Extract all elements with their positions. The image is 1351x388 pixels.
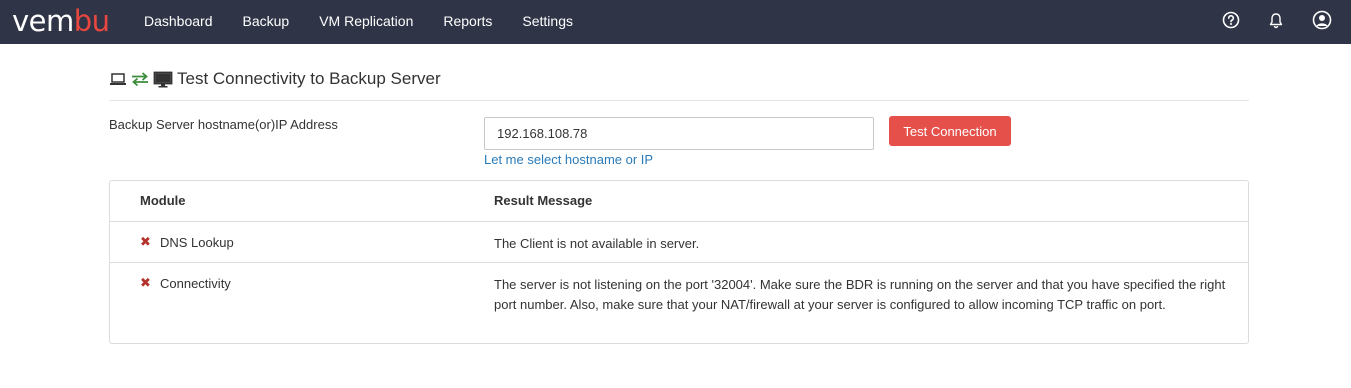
fail-x-icon: ✖ bbox=[140, 234, 151, 249]
laptop-icon bbox=[110, 73, 126, 85]
nav-backup[interactable]: Backup bbox=[228, 0, 305, 44]
table-header-row: Module Result Message bbox=[110, 181, 1248, 222]
table-row: ✖ DNS Lookup The Client is not available… bbox=[110, 222, 1248, 263]
vembu-logo[interactable]: vembu bbox=[12, 4, 110, 38]
select-hostname-link[interactable]: Let me select hostname or IP bbox=[484, 152, 653, 167]
top-navigation-bar: vembu Dashboard Backup VM Replication Re… bbox=[0, 0, 1351, 44]
table-row: ✖ Connectivity The server is not listeni… bbox=[110, 263, 1248, 343]
results-table: Module Result Message ✖ DNS Lookup The C… bbox=[109, 180, 1249, 344]
nav-settings[interactable]: Settings bbox=[507, 0, 588, 44]
main-nav: Dashboard Backup VM Replication Reports … bbox=[129, 0, 588, 44]
nav-vm-replication[interactable]: VM Replication bbox=[304, 0, 428, 44]
module-cell: ✖ Connectivity bbox=[140, 275, 231, 291]
hostname-input[interactable] bbox=[484, 117, 874, 150]
module-column-header: Module bbox=[140, 193, 186, 208]
result-message-column-header: Result Message bbox=[494, 193, 593, 208]
help-icon[interactable] bbox=[1221, 10, 1241, 30]
test-connection-button[interactable]: Test Connection bbox=[889, 116, 1011, 146]
monitor-icon bbox=[153, 71, 173, 87]
nav-dashboard[interactable]: Dashboard bbox=[129, 0, 228, 44]
result-message: The Client is not available in server. bbox=[494, 236, 700, 251]
page-title: Test Connectivity to Backup Server bbox=[177, 69, 441, 88]
fail-x-icon: ✖ bbox=[140, 275, 151, 290]
nav-reports[interactable]: Reports bbox=[428, 0, 507, 44]
exchange-arrows-icon bbox=[132, 72, 148, 87]
hostname-label: Backup Server hostname(or)IP Address bbox=[109, 117, 338, 132]
module-name: Connectivity bbox=[160, 275, 231, 291]
page-header: Test Connectivity to Backup Server bbox=[109, 68, 1249, 101]
module-cell: ✖ DNS Lookup bbox=[140, 234, 234, 250]
result-message: The server is not listening on the port … bbox=[494, 277, 1226, 312]
user-icon[interactable] bbox=[1312, 10, 1332, 30]
bell-icon[interactable] bbox=[1266, 10, 1286, 30]
module-name: DNS Lookup bbox=[160, 234, 234, 250]
title-icon-group bbox=[109, 68, 173, 90]
